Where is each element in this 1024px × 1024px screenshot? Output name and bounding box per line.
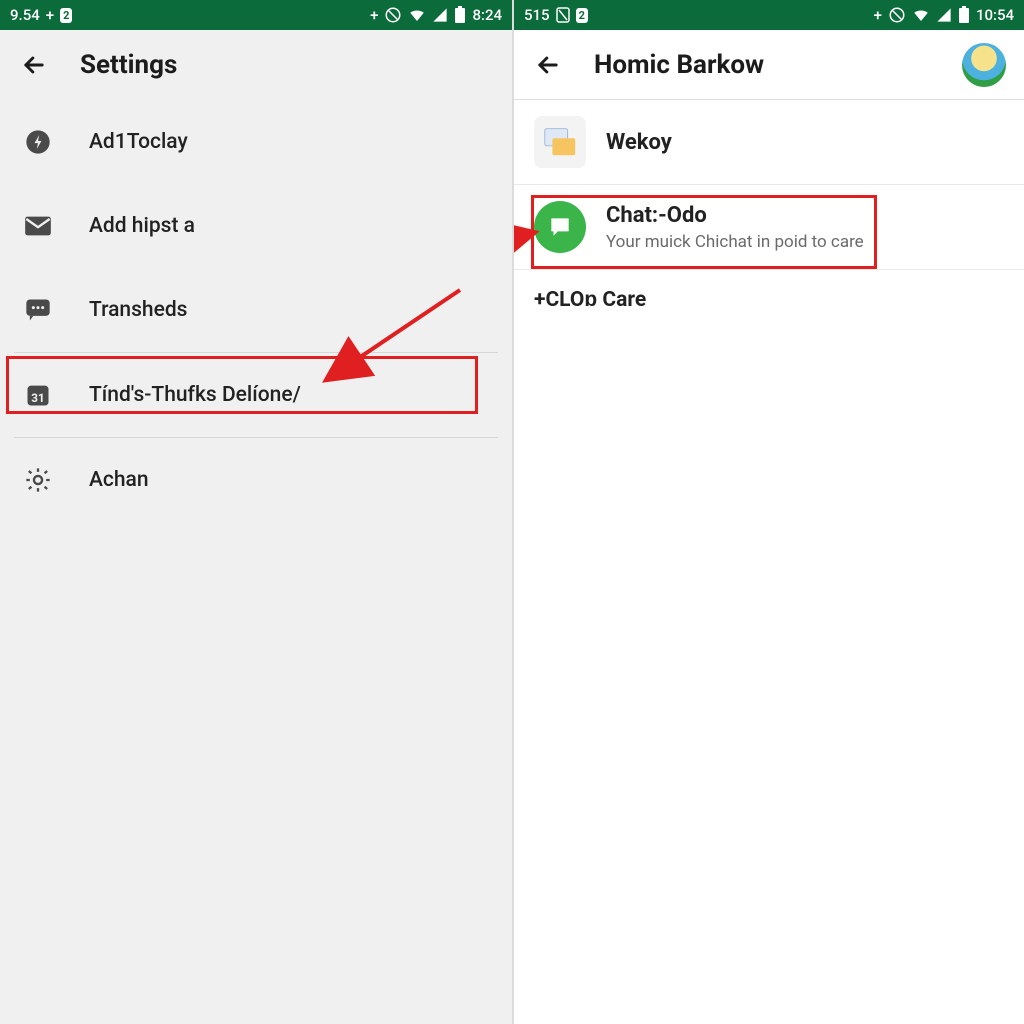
bolt-icon [22, 126, 54, 158]
chat-bubble-icon [534, 201, 586, 253]
dnd-icon [888, 6, 906, 24]
chat-list: Wekoy Chat:-Odo Your muick Chichat in po… [514, 100, 1024, 330]
status-left-text: 515 [524, 6, 550, 24]
settings-item-today[interactable]: Ad1Toclay [0, 100, 512, 184]
status-left-text: 9.54 [10, 6, 40, 24]
settings-item-transheds[interactable]: Transheds [0, 268, 512, 352]
signal-icon [936, 7, 952, 23]
list-item-title: Wekoy [606, 130, 672, 155]
plus-icon: + [46, 6, 54, 24]
plus-icon: + [370, 6, 378, 24]
app-bar: Homic Barkow [514, 30, 1024, 100]
calendar-icon: 31 [22, 379, 54, 411]
add-label: +CLOɒ Care [534, 288, 646, 312]
mail-icon [22, 210, 54, 242]
status-clock: 8:24 [472, 6, 502, 24]
list-item-subtitle: Your muick Chichat in poid to care [606, 232, 864, 252]
settings-item-label: Tínd's-Thufks Delíone/ [89, 383, 301, 407]
settings-item-label: Add hipst a [89, 214, 195, 238]
signal-icon [432, 7, 448, 23]
status-badge: 2 [60, 8, 72, 23]
list-item-chat-odo[interactable]: Chat:-Odo Your muick Chichat in poid to … [514, 185, 1024, 270]
settings-item-achan[interactable]: Achan [0, 438, 512, 522]
settings-item-thurks[interactable]: 31 Tínd's-Thufks Delíone/ [0, 353, 512, 437]
battery-icon [958, 6, 970, 24]
nosim-icon [556, 7, 570, 23]
battery-icon [454, 6, 466, 24]
page-title: Settings [80, 50, 177, 80]
list-item-title: Chat:-Odo [606, 203, 864, 228]
add-care-button[interactable]: +CLOɒ Care [514, 270, 1024, 330]
settings-item-label: Transheds [89, 298, 188, 322]
wifi-icon [912, 6, 930, 24]
settings-item-label: Achan [89, 468, 149, 492]
list-item-wekoy[interactable]: Wekoy [514, 100, 1024, 185]
page-title: Homic Barkow [594, 50, 764, 80]
settings-list: Ad1Toclay Add hipst a Transheds 31 Tí [0, 100, 512, 522]
plus-icon: + [874, 6, 882, 24]
screenshot-left: 9.54 + 2 + 8:24 [0, 0, 512, 1024]
status-clock: 10:54 [976, 6, 1014, 24]
dnd-icon [384, 6, 402, 24]
status-badge: 2 [576, 8, 588, 23]
back-button[interactable] [532, 49, 564, 81]
wifi-icon [408, 6, 426, 24]
app-bar: Settings [0, 30, 512, 100]
status-bar: 9.54 + 2 + 8:24 [0, 0, 512, 30]
avatar[interactable] [962, 43, 1006, 87]
svg-text:31: 31 [31, 391, 44, 405]
back-button[interactable] [18, 49, 50, 81]
chat-icon [22, 294, 54, 326]
gear-icon [22, 464, 54, 496]
settings-item-add[interactable]: Add hipst a [0, 184, 512, 268]
app-thumb-icon [534, 116, 586, 168]
settings-item-label: Ad1Toclay [89, 130, 188, 154]
status-bar: 515 2 + 10:54 [514, 0, 1024, 30]
screenshot-right: 515 2 + 10:54 [512, 0, 1024, 1024]
